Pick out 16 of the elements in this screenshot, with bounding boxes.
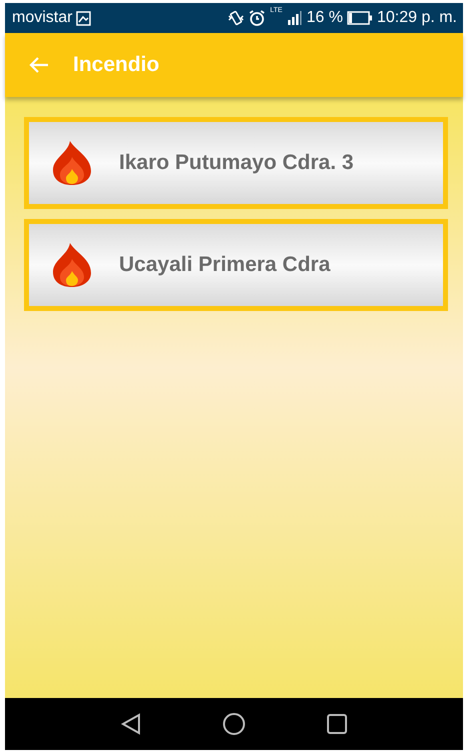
screen-title: Incendio [73,53,160,77]
recents-icon[interactable] [326,713,348,735]
back-icon[interactable] [120,713,142,735]
battery-percent: 16 % [306,9,343,27]
signal-icon [286,10,302,26]
battery-icon [346,11,373,25]
vibrate-icon [228,10,244,26]
carrier-name: movistar [12,9,72,27]
clock-time: 10:29 p. m. [376,9,457,27]
location-card[interactable]: Ucayali Primera Cdra [24,219,448,311]
flame-icon [51,242,93,288]
location-card[interactable]: Ikaro Putumayo Cdra. 3 [24,117,448,209]
alarm-icon [248,9,266,27]
flame-icon [51,140,93,186]
image-icon [76,10,92,26]
home-icon[interactable] [222,712,246,736]
